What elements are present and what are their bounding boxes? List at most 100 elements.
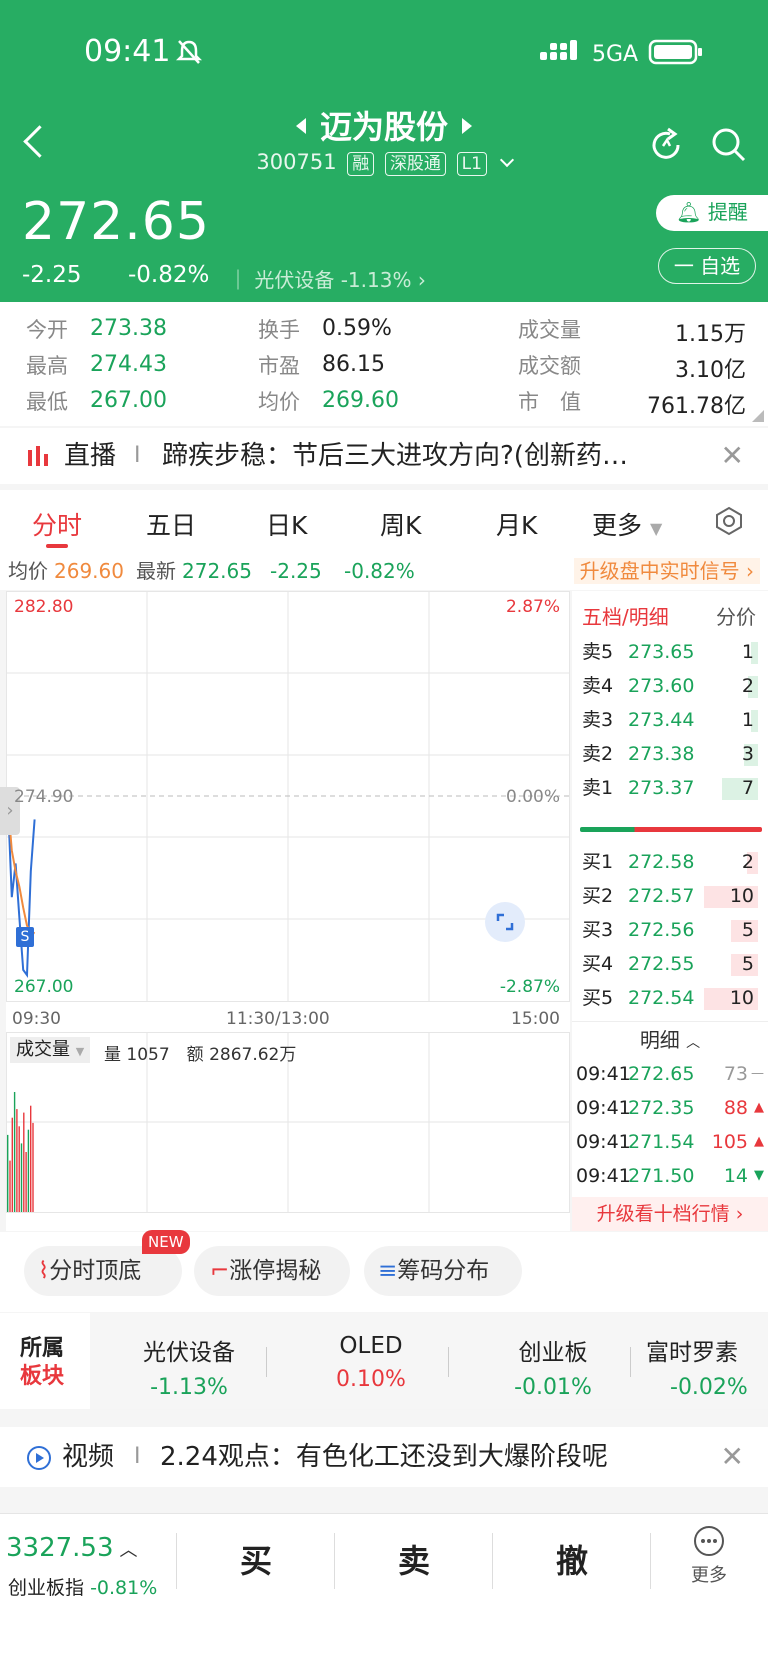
trade-time: 09:41 [576, 1097, 631, 1119]
sell-button[interactable]: 卖 [336, 1533, 492, 1589]
tab-five-day[interactable]: 五日 [146, 506, 196, 542]
tag-connect: 深股通 [384, 152, 446, 176]
battery-icon [648, 39, 702, 65]
ask-row[interactable]: 卖2 273.38 3 [582, 737, 762, 771]
remind-button[interactable]: 🔔︎ 提醒 [656, 195, 768, 231]
latest-label: 最新 [136, 559, 176, 583]
tag-level: L1 [456, 152, 487, 176]
ask-row[interactable]: 卖4 273.60 2 [582, 669, 762, 703]
bid-label: 买2 [582, 885, 614, 907]
next-stock-icon[interactable] [462, 118, 472, 134]
chevron-down-icon[interactable] [499, 152, 514, 168]
trade-price: 272.35 [628, 1097, 695, 1119]
tab-intraday[interactable]: 分时 [32, 506, 82, 542]
live-bars-icon [28, 446, 48, 466]
divider [448, 1347, 449, 1377]
close-icon[interactable]: ✕ [721, 428, 744, 484]
tab-day-k[interactable]: 日K [266, 506, 307, 542]
ask-row[interactable]: 卖5 273.65 1 [582, 635, 762, 669]
detail-toggle[interactable]: 明细 ︿ [572, 1024, 768, 1053]
more-button[interactable]: 更多 [676, 1525, 742, 1587]
status-time: 09:41 [84, 34, 171, 69]
index-info: 创业板指 -0.81% [8, 1573, 157, 1600]
bid-row[interactable]: 买3 272.56 5 [582, 913, 762, 947]
latest-change-pct: -0.82% [344, 559, 415, 583]
watchlist-button[interactable]: 一 自选 [658, 248, 756, 284]
sell-signal-marker[interactable]: S [16, 927, 34, 947]
divider [572, 1021, 768, 1022]
bid-price: 272.56 [628, 919, 695, 941]
tab-week-k[interactable]: 周K [380, 506, 421, 542]
divider [630, 1347, 631, 1377]
sector-card-change: -0.01% [514, 1375, 592, 1400]
stat-label: 市盈 [258, 354, 300, 378]
sector-card-change: -1.13% [150, 1375, 228, 1400]
sector-link[interactable]: ｜ 光伏设备 -1.13% › [228, 264, 426, 293]
chip-distribution-button[interactable]: ≡筹码分布 [364, 1246, 522, 1296]
sector-card[interactable]: 富时罗素 -0.02% [646, 1333, 768, 1400]
bid-qty: 2 [741, 851, 754, 873]
bid-ask-ratio-bar [580, 827, 762, 832]
buy-button[interactable]: 买 [178, 1533, 334, 1589]
intraday-chart[interactable]: › 282.80 2.87% 274.90 0.00% 267.00 -2.87… [0, 591, 570, 1231]
upgrade-level10-button[interactable]: 升级看十档行情 › [572, 1197, 768, 1231]
ask-row[interactable]: 卖3 273.44 1 [582, 703, 762, 737]
ask-price: 273.37 [628, 777, 695, 799]
stat-value: 86.15 [322, 352, 385, 377]
sector-card-change: -0.02% [670, 1375, 748, 1400]
video-banner[interactable]: 视频 I 2.24观点：有色化工还没到大爆阶段呢 ✕ [0, 1427, 768, 1487]
bid-row[interactable]: 买4 272.55 5 [582, 947, 762, 981]
live-banner[interactable]: 直播 I 蹄疾步稳：节后三大进攻方向?(创新药… ✕ [0, 428, 768, 484]
trade-qty: 105 [711, 1131, 748, 1153]
stat-label: 最高 [26, 354, 68, 378]
upgrade-signal-label: 升级盘中实时信号 [579, 559, 740, 583]
low-pct-label: -2.87% [499, 977, 560, 997]
detail-title: 明细 [639, 1028, 680, 1052]
intraday-top-bottom-button[interactable]: ⌇分时顶底 NEW [24, 1230, 190, 1296]
cancel-order-button[interactable]: 撤 [494, 1533, 650, 1589]
close-icon[interactable]: ✕ [721, 1427, 744, 1487]
video-tag: 视频 [62, 1442, 115, 1472]
index-value: 3327.53 [6, 1533, 114, 1563]
orderbook-tab[interactable]: 五档/明细 [582, 601, 669, 630]
stock-code: 300751 [256, 150, 337, 174]
watchlist-label: 一 自选 [673, 254, 741, 278]
bid-label: 买1 [582, 851, 614, 873]
sector-card[interactable]: 创业板 -0.01% [478, 1333, 628, 1400]
limit-up-button[interactable]: ⌐涨停揭秘 [194, 1246, 350, 1296]
bid-row[interactable]: 买2 272.57 10 [582, 879, 762, 913]
volume-bar [30, 1105, 32, 1212]
header: 09:41 5GA 迈为股份 300751 融 深股通 L1 272.65 -2… [0, 0, 768, 302]
ask-row[interactable]: 卖1 273.37 7 [582, 771, 762, 805]
time-end-label: 15:00 [511, 1009, 560, 1029]
tab-month-k[interactable]: 月K [496, 506, 537, 542]
trade-qty: 88 [723, 1097, 748, 1119]
refresh-icon[interactable] [648, 126, 686, 164]
index-widget[interactable]: 3327.53 ︿ [6, 1533, 138, 1563]
chevron-up-icon: ︿ [119, 1540, 138, 1561]
settings-icon[interactable] [714, 506, 744, 536]
sector-scroll[interactable]: 光伏设备 -1.13% OLED 0.10% 创业板 -0.01% 富时罗素 -0.02… [90, 1313, 768, 1409]
sector-card-name: OLED [339, 1333, 403, 1359]
price-dist-tab[interactable]: 分价 [716, 601, 756, 630]
tab-more[interactable]: 更多 ▼ [592, 506, 662, 542]
ask-qty: 1 [741, 709, 754, 731]
upgrade-signal-button[interactable]: 升级盘中实时信号 › [573, 558, 760, 584]
volume-info: 量 1057 额 2867.62万 [104, 1040, 296, 1065]
stat-value: 3.10亿 [675, 358, 746, 383]
volume-selector[interactable]: 成交量 ▼ [10, 1037, 91, 1063]
stats-panel: 今开 273.38 换手 0.59% 成交量 1.15万 最高 274.43 市… [0, 302, 768, 426]
sector-card[interactable]: OLED 0.10% [296, 1333, 446, 1392]
function-label: 涨停揭秘 [229, 1258, 322, 1284]
trend-icon: ⌇ [38, 1258, 50, 1284]
bid-row[interactable]: 买1 272.58 2 [582, 845, 762, 879]
expand-corner-icon[interactable] [752, 410, 764, 422]
trade-qty: 14 [723, 1165, 748, 1187]
function-bar: ⌇分时顶底 NEW ⌐涨停揭秘 ≡筹码分布 [0, 1230, 768, 1312]
sector-card[interactable]: 光伏设备 -1.13% [114, 1333, 264, 1400]
prev-stock-icon[interactable] [295, 118, 306, 134]
fullscreen-icon[interactable] [484, 901, 526, 943]
bid-row[interactable]: 买5 272.54 10 [582, 981, 762, 1015]
search-icon[interactable] [710, 126, 748, 164]
stat-label: 最低 [26, 390, 68, 414]
